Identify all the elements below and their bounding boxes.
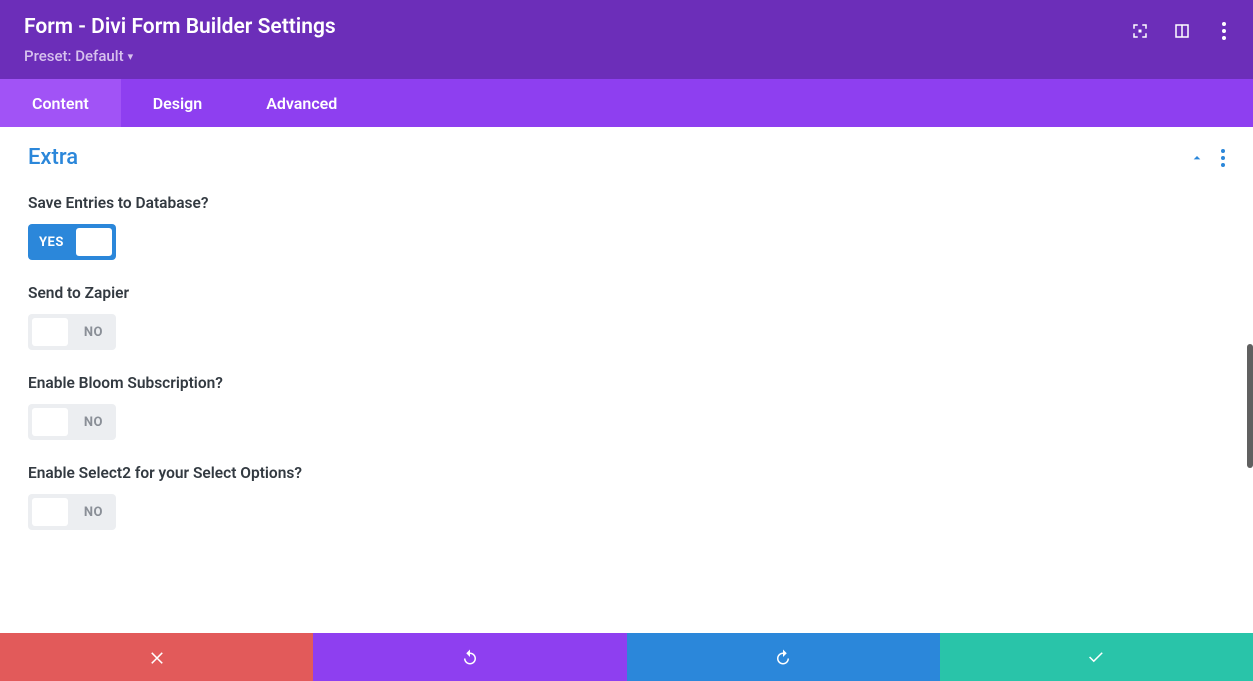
toggle-knob [32,318,68,346]
sidebar-layout-icon[interactable] [1173,22,1191,40]
setting-save-entries: Save Entries to Database? YES [28,194,1225,260]
settings-panel: Extra Save Entries to Database? YES Send… [0,127,1253,589]
settings-title: Form - Divi Form Builder Settings [24,14,1229,41]
check-icon [1087,648,1105,666]
cancel-button[interactable] [0,633,313,681]
toggle-text: NO [84,415,112,430]
close-icon [148,648,166,666]
expand-icon[interactable] [1131,22,1149,40]
redo-icon [774,648,792,666]
more-options-icon[interactable] [1215,22,1233,40]
settings-header: Form - Divi Form Builder Settings Preset… [0,0,1253,79]
setting-label: Send to Zapier [28,284,1225,302]
toggle-save-entries[interactable]: YES [28,224,116,260]
tab-advanced[interactable]: Advanced [234,79,369,127]
setting-zapier: Send to Zapier NO [28,284,1225,350]
toggle-text: NO [84,505,112,520]
toggle-select2[interactable]: NO [28,494,116,530]
setting-bloom: Enable Bloom Subscription? NO [28,374,1225,440]
setting-label: Enable Bloom Subscription? [28,374,1225,392]
collapse-icon[interactable] [1189,150,1205,166]
toggle-text: NO [84,325,112,340]
header-actions [1131,22,1233,40]
tabs-bar: Content Design Advanced [0,79,1253,127]
preset-selector[interactable]: Preset: Default ▾ [24,47,133,65]
setting-label: Enable Select2 for your Select Options? [28,464,1225,482]
redo-button[interactable] [627,633,940,681]
save-button[interactable] [940,633,1253,681]
section-more-icon[interactable] [1221,149,1225,167]
section-title: Extra [28,145,78,170]
undo-button[interactable] [313,633,626,681]
preset-label: Preset: Default [24,47,124,65]
setting-label: Save Entries to Database? [28,194,1225,212]
section-actions [1189,149,1225,167]
caret-down-icon: ▾ [128,50,134,63]
setting-select2: Enable Select2 for your Select Options? … [28,464,1225,530]
scrollbar-thumb[interactable] [1247,344,1253,468]
undo-icon [461,648,479,666]
section-header: Extra [28,145,1225,170]
toggle-knob [76,228,112,256]
toggle-knob [32,498,68,526]
tab-content[interactable]: Content [0,79,121,127]
footer-actions [0,633,1253,681]
toggle-knob [32,408,68,436]
toggle-text: YES [32,235,64,250]
tab-design[interactable]: Design [121,79,234,127]
toggle-bloom[interactable]: NO [28,404,116,440]
toggle-zapier[interactable]: NO [28,314,116,350]
